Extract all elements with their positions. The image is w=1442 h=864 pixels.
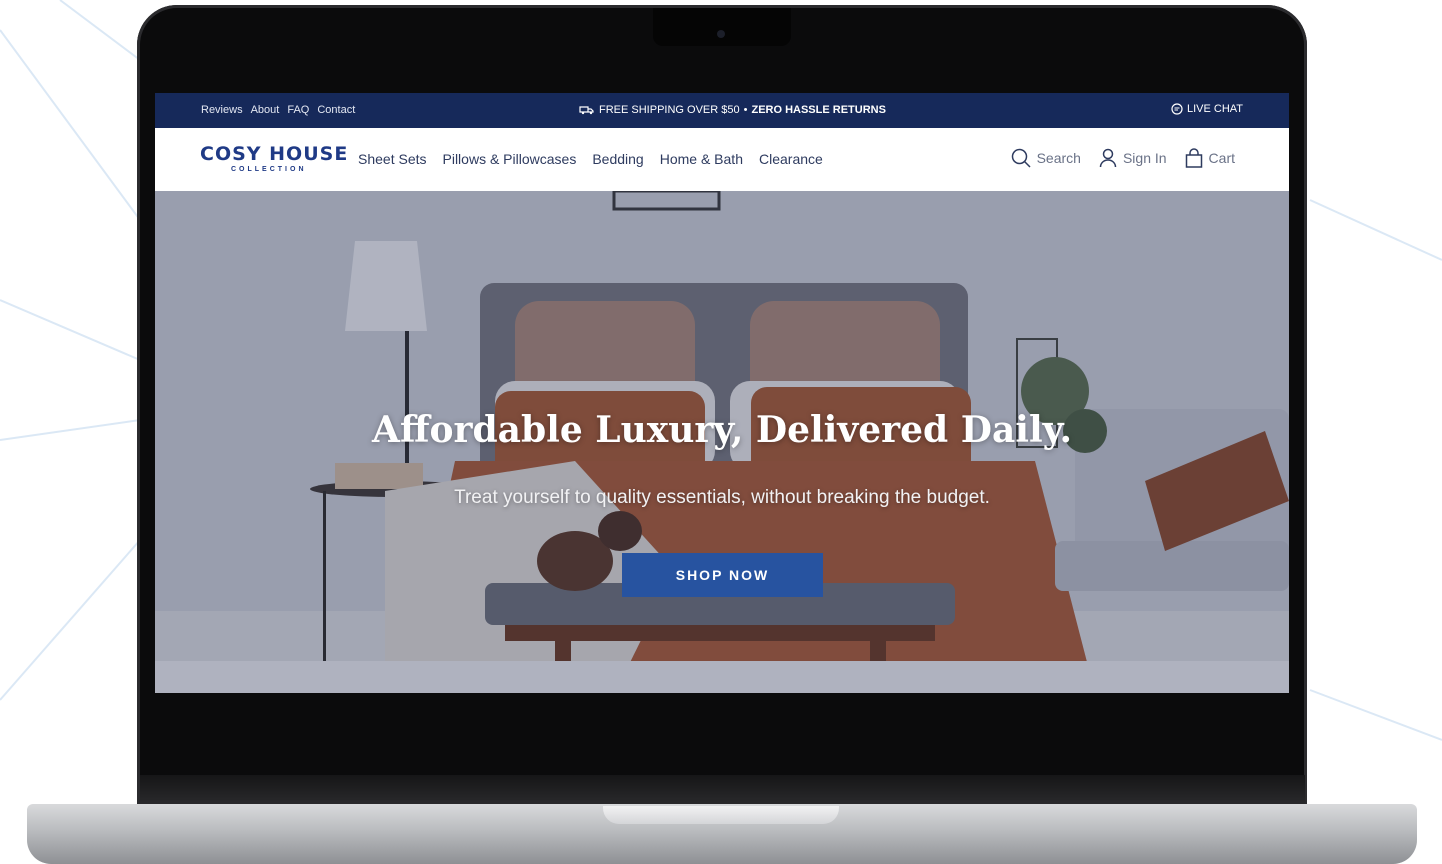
camera-notch bbox=[653, 8, 791, 46]
search-label: Search bbox=[1036, 150, 1081, 166]
account-tools: Search Sign In Cart bbox=[1011, 148, 1235, 168]
sign-in-button[interactable]: Sign In bbox=[1099, 148, 1167, 168]
contact-link[interactable]: Contact bbox=[317, 104, 355, 116]
live-chat-label: LIVE CHAT bbox=[1186, 103, 1243, 115]
hero-banner: Affordable Luxury, Delivered Daily. Trea… bbox=[155, 191, 1289, 693]
brand-subline: COLLECTION bbox=[231, 166, 307, 173]
faq-link[interactable]: FAQ bbox=[287, 104, 309, 116]
cart-button[interactable]: Cart bbox=[1185, 148, 1235, 168]
nav-home-bath[interactable]: Home & Bath bbox=[660, 151, 743, 167]
promo-separator: • bbox=[743, 104, 748, 116]
camera-icon bbox=[717, 30, 725, 38]
main-navigation: COSY HOUSE COLLECTION Sheet Sets Pillows… bbox=[155, 128, 1289, 191]
search-button[interactable]: Search bbox=[1011, 148, 1081, 168]
promo-text: FREE SHIPPING OVER $50 bbox=[599, 104, 740, 116]
brand-logo[interactable]: COSY HOUSE COLLECTION bbox=[200, 143, 349, 173]
nav-clearance[interactable]: Clearance bbox=[759, 151, 823, 167]
reviews-link[interactable]: Reviews bbox=[201, 104, 243, 116]
laptop-hinge bbox=[140, 775, 1305, 805]
hero-subtitle: Treat yourself to quality essentials, wi… bbox=[454, 487, 990, 508]
search-icon bbox=[1011, 148, 1031, 168]
bag-icon bbox=[1185, 148, 1202, 168]
nav-pillows[interactable]: Pillows & Pillowcases bbox=[443, 151, 577, 167]
utility-links: Reviews About FAQ Contact bbox=[201, 104, 355, 116]
nav-sheet-sets[interactable]: Sheet Sets bbox=[358, 151, 427, 167]
promo-bold-text: ZERO HASSLE RETURNS bbox=[751, 104, 886, 116]
cart-label: Cart bbox=[1208, 150, 1235, 166]
website-screen: Reviews About FAQ Contact FREE SHIPPING … bbox=[155, 93, 1289, 693]
sign-in-label: Sign In bbox=[1122, 150, 1167, 166]
laptop-opening-notch bbox=[603, 806, 839, 824]
about-link[interactable]: About bbox=[251, 104, 280, 116]
hero-title: Affordable Luxury, Delivered Daily. bbox=[372, 409, 1072, 451]
shop-now-button[interactable]: SHOP NOW bbox=[622, 553, 823, 597]
nav-bedding[interactable]: Bedding bbox=[592, 151, 643, 167]
category-links: Sheet Sets Pillows & Pillowcases Bedding… bbox=[358, 151, 823, 167]
shipping-promo: FREE SHIPPING OVER $50 • ZERO HASSLE RET… bbox=[579, 104, 886, 116]
live-chat-button[interactable]: LIVE CHAT bbox=[1171, 103, 1243, 115]
truck-icon bbox=[579, 106, 594, 115]
chat-icon bbox=[1171, 103, 1183, 115]
announcement-bar: Reviews About FAQ Contact FREE SHIPPING … bbox=[155, 93, 1289, 128]
brand-name: COSY HOUSE bbox=[200, 143, 349, 165]
user-icon bbox=[1099, 148, 1117, 168]
